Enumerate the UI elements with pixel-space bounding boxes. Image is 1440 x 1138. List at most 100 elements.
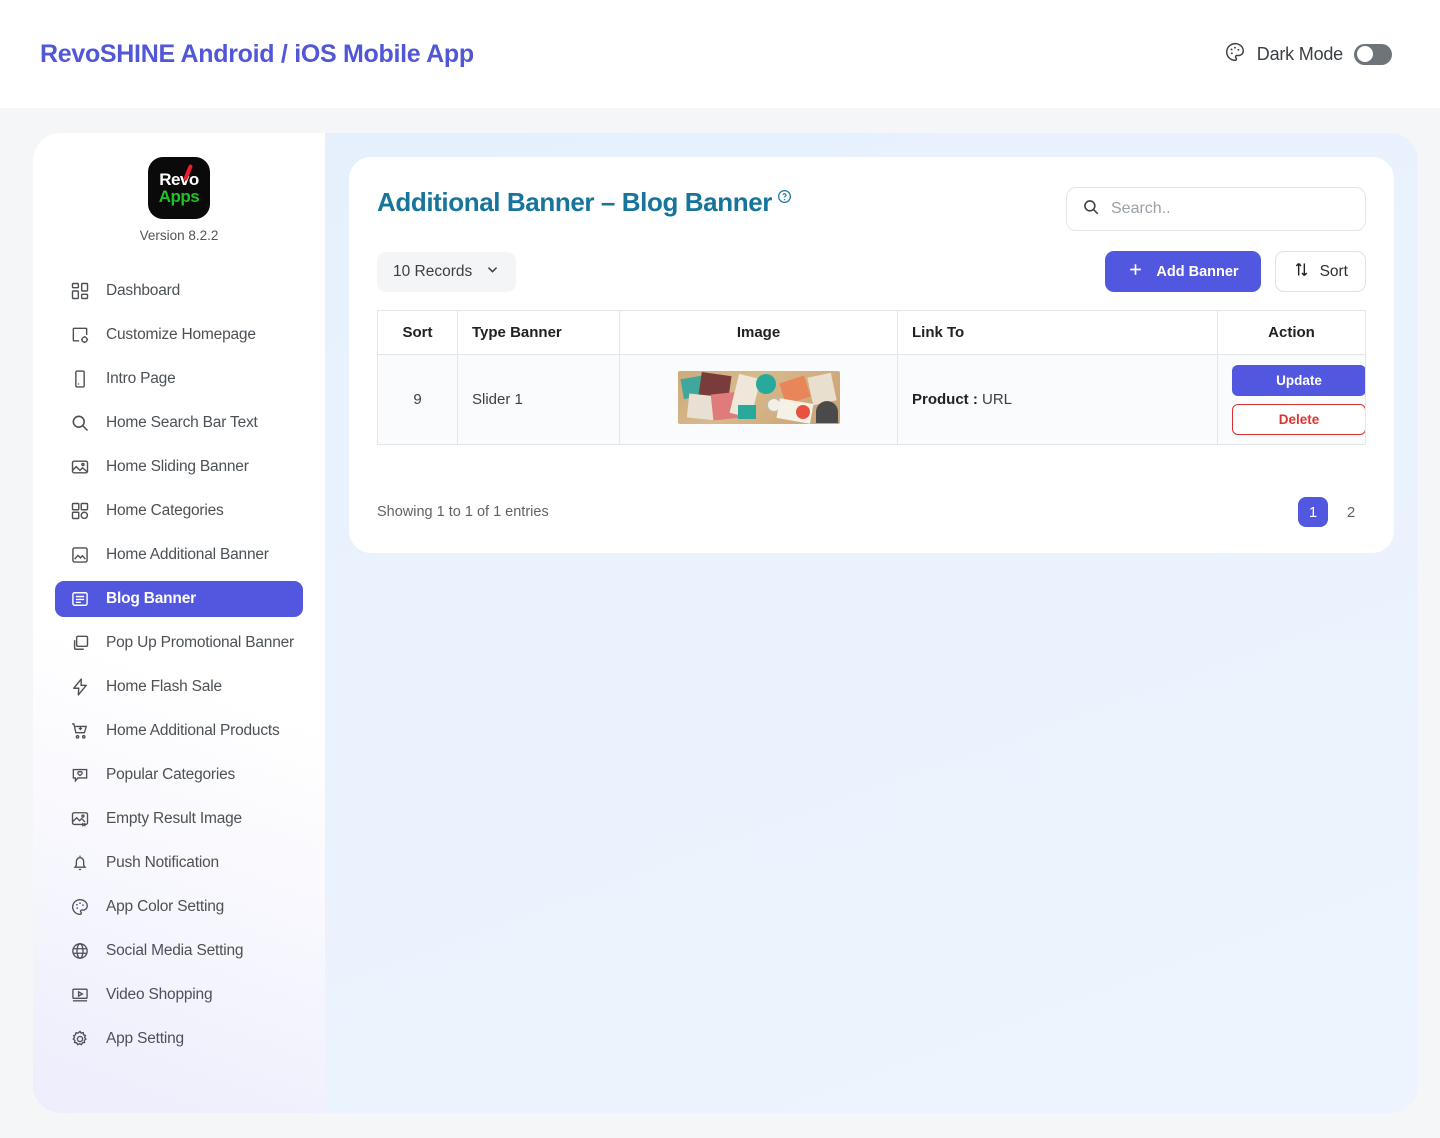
- page-button-2[interactable]: 2: [1336, 497, 1366, 527]
- image-frame-icon: [69, 544, 91, 566]
- sidebar-item-video-shopping[interactable]: Video Shopping: [55, 977, 303, 1013]
- sidebar-item-app-color-setting[interactable]: App Color Setting: [55, 889, 303, 925]
- search-icon: [1082, 198, 1100, 221]
- question-circle-icon[interactable]: [777, 189, 792, 209]
- add-banner-label: Add Banner: [1156, 263, 1239, 280]
- sidebar-item-social-media-setting[interactable]: Social Media Setting: [55, 933, 303, 969]
- records-select-value: 10 Records: [393, 262, 473, 280]
- sidebar-item-push-notification[interactable]: Push Notification: [55, 845, 303, 881]
- banner-table: Sort Type Banner Image Link To Action 9 …: [377, 310, 1366, 445]
- add-banner-button[interactable]: Add Banner: [1105, 251, 1261, 292]
- gear-icon: [69, 1028, 91, 1050]
- article-icon: [69, 588, 91, 610]
- sidebar-item-customize-homepage[interactable]: Customize Homepage: [55, 317, 303, 353]
- page-title: Additional Banner – Blog Banner: [377, 187, 772, 217]
- toolbar-actions: Add Banner Sort: [1105, 251, 1366, 292]
- cart-plus-icon: [69, 720, 91, 742]
- sidebar-item-intro-page[interactable]: Intro Page: [55, 361, 303, 397]
- link-to-label: Product :: [912, 391, 978, 408]
- dark-mode-label: Dark Mode: [1256, 43, 1343, 64]
- sidebar-item-label: Intro Page: [106, 370, 176, 387]
- sidebar-item-label: Home Sliding Banner: [106, 458, 249, 475]
- page-title-wrap: Additional Banner – Blog Banner: [377, 187, 792, 218]
- globe-icon: [69, 940, 91, 962]
- sidebar-item-label: Push Notification: [106, 854, 219, 871]
- cell-type-banner: Slider 1: [457, 354, 620, 445]
- chevron-down-icon: [485, 262, 500, 282]
- table-head: Sort Type Banner Image Link To Action: [377, 310, 1366, 355]
- video-play-icon: [69, 984, 91, 1006]
- sidebar-item-label: Home Additional Products: [106, 722, 280, 739]
- column-header-action: Action: [1217, 310, 1366, 355]
- revo-apps-logo: Revo Apps: [148, 157, 210, 219]
- sidebar-item-label: Blog Banner: [106, 590, 196, 607]
- heart-chat-icon: [69, 764, 91, 786]
- blog-banner-card: Additional Banner – Blog Banner 10 Recor…: [349, 157, 1394, 553]
- sidebar-nav: Dashboard Customize Homepage Intro Page …: [33, 273, 325, 1057]
- cell-sort: 9: [377, 354, 458, 445]
- sort-arrows-icon: [1293, 261, 1310, 283]
- table-footer: Showing 1 to 1 of 1 entries 1 2: [377, 497, 1366, 527]
- sort-label: Sort: [1319, 262, 1348, 280]
- sidebar-item-label: Home Categories: [106, 502, 224, 519]
- card-header: Additional Banner – Blog Banner: [377, 187, 1366, 231]
- records-per-page-select[interactable]: 10 Records: [377, 251, 517, 292]
- sidebar-item-label: Customize Homepage: [106, 326, 256, 343]
- dark-mode-control[interactable]: Dark Mode: [1224, 41, 1392, 68]
- sort-button[interactable]: Sort: [1274, 251, 1366, 292]
- sidebar-item-label: Home Additional Banner: [106, 546, 269, 563]
- sidebar-item-home-additional-products[interactable]: Home Additional Products: [55, 713, 303, 749]
- logo-text-revo: Revo: [159, 169, 199, 189]
- image-x-icon: [69, 808, 91, 830]
- dashboard-grid-icon: [69, 280, 91, 302]
- logo-text-apps: Apps: [158, 186, 200, 206]
- sidebar-item-label: App Setting: [106, 1030, 184, 1047]
- update-button[interactable]: Update: [1232, 364, 1366, 396]
- dark-mode-toggle[interactable]: [1354, 43, 1392, 65]
- search-box[interactable]: [1066, 187, 1366, 231]
- popup-window-icon: [69, 632, 91, 654]
- sidebar-item-home-search-bar-text[interactable]: Home Search Bar Text: [55, 405, 303, 441]
- image-stack-icon: [69, 456, 91, 478]
- cell-image: [619, 354, 898, 445]
- cell-link-to: Product : URL: [897, 354, 1218, 445]
- sidebar-item-home-flash-sale[interactable]: Home Flash Sale: [55, 669, 303, 705]
- entries-summary: Showing 1 to 1 of 1 entries: [377, 504, 549, 520]
- mobile-phone-icon: [69, 368, 91, 390]
- sidebar-item-empty-result-image[interactable]: Empty Result Image: [55, 801, 303, 837]
- delete-button[interactable]: Delete: [1232, 403, 1366, 435]
- sidebar-item-pop-up-promotional-banner[interactable]: Pop Up Promotional Banner: [55, 625, 303, 661]
- toggle-knob: [1357, 46, 1373, 62]
- sidebar-item-home-categories[interactable]: Home Categories: [55, 493, 303, 529]
- sidebar-item-home-additional-banner[interactable]: Home Additional Banner: [55, 537, 303, 573]
- sidebar-item-dashboard[interactable]: Dashboard: [55, 273, 303, 309]
- bell-icon: [69, 852, 91, 874]
- palette-icon: [1224, 41, 1246, 68]
- banner-thumbnail: [677, 371, 840, 424]
- table-row: 9 Slider 1 Product : URL Update Delete: [377, 354, 1366, 445]
- table-toolbar: 10 Records Add Banner Sort: [377, 251, 1366, 292]
- app-version-label: Version 8.2.2: [139, 228, 219, 243]
- column-header-image: Image: [619, 310, 898, 355]
- column-header-sort: Sort: [377, 310, 458, 355]
- page-button-1[interactable]: 1: [1298, 497, 1328, 527]
- link-to-value: URL: [982, 391, 1013, 408]
- lightning-bolt-icon: [69, 676, 91, 698]
- sidebar-item-app-setting[interactable]: App Setting: [55, 1021, 303, 1057]
- table-header-row: Sort Type Banner Image Link To Action: [377, 310, 1366, 355]
- sidebar-item-home-sliding-banner[interactable]: Home Sliding Banner: [55, 449, 303, 485]
- sidebar-logo-block: Revo Apps Version 8.2.2: [33, 157, 325, 243]
- search-icon: [69, 412, 91, 434]
- sidebar-item-label: Home Flash Sale: [106, 678, 222, 695]
- cell-action: Update Delete: [1217, 354, 1366, 445]
- search-input[interactable]: [1111, 200, 1350, 218]
- column-header-type-banner: Type Banner: [457, 310, 620, 355]
- sidebar-item-popular-categories[interactable]: Popular Categories: [55, 757, 303, 793]
- palette-icon: [69, 896, 91, 918]
- sidebar-item-label: Dashboard: [106, 282, 181, 299]
- sidebar-item-label: Home Search Bar Text: [106, 414, 258, 431]
- sidebar-item-label: App Color Setting: [106, 898, 225, 915]
- layout-settings-icon: [69, 324, 91, 346]
- sidebar-item-blog-banner[interactable]: Blog Banner: [55, 581, 303, 617]
- plus-icon: [1127, 261, 1144, 282]
